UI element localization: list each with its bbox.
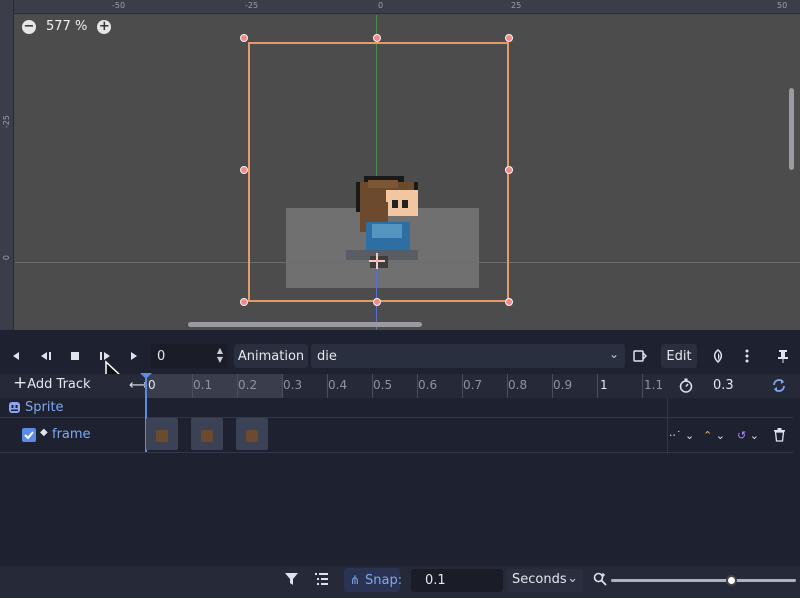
animation-length-value[interactable]: 0.3 (713, 378, 734, 393)
timeline-tick: 0.2 (238, 378, 258, 392)
animation-menu-button[interactable]: Animation (234, 344, 308, 368)
horizontal-scrollbar[interactable] (188, 322, 422, 327)
resize-handle[interactable] (505, 166, 513, 174)
animation-select[interactable]: die ⌄ (311, 344, 625, 368)
timeline-tick: 0 (148, 378, 156, 392)
timeline-tick: 0.7 (463, 378, 483, 392)
filter-icon[interactable] (285, 573, 298, 589)
list-icon[interactable] (315, 573, 328, 589)
track-group-row[interactable] (0, 398, 793, 418)
zoom-level[interactable]: 577 % (46, 19, 87, 34)
track-enable-checkbox[interactable] (22, 428, 36, 442)
track-type-icon: ◆ (40, 427, 48, 438)
keyframe-thumbnail (156, 430, 168, 442)
zoom-slider-knob[interactable] (726, 575, 737, 586)
track-controls-divider (667, 398, 668, 454)
stop-icon[interactable] (62, 343, 88, 369)
timeline-tick: 1 (600, 378, 608, 392)
more-options-icon[interactable] (734, 343, 760, 369)
spin-arrows-icon[interactable]: ▲ ▼ (217, 346, 223, 364)
pivot-icon[interactable] (368, 252, 386, 270)
snap-step-input[interactable]: 0.1 (411, 569, 503, 592)
snap-units-value: Seconds (512, 572, 567, 587)
pin-icon[interactable] (770, 343, 796, 369)
keyframe[interactable] (191, 418, 223, 450)
vertical-scrollbar[interactable] (789, 88, 794, 170)
resize-handle[interactable] (240, 298, 248, 306)
frame-spinbox[interactable]: 0 ▲ ▼ (151, 344, 227, 368)
onion-skin-icon[interactable] (705, 343, 731, 369)
ruler-tick: 25 (511, 1, 522, 10)
trash-icon[interactable] (773, 428, 786, 446)
zoom-controls: − 577 % + (22, 19, 112, 34)
chevron-down-icon: ⌄ (608, 347, 619, 361)
timeline-tick: 1.1 (644, 378, 664, 392)
property-track-label[interactable]: frame (52, 427, 91, 442)
timeline-tick: 0.8 (508, 378, 528, 392)
ruler-horizontal: -50 -25 0 25 50 (0, 0, 800, 14)
resize-handle[interactable] (240, 34, 248, 42)
snap-label: Snap: (365, 573, 403, 588)
snap-icon: ⋔ (350, 573, 361, 587)
timeline-tick: 0.4 (328, 378, 348, 392)
update-mode-icon[interactable]: ·⋅˙ ⌄ (669, 429, 694, 442)
ruler-tick: -25 (2, 115, 11, 129)
node-track-label[interactable]: Sprite (25, 400, 64, 415)
zoom-in-icon[interactable]: + (97, 19, 112, 34)
frame-value: 0 (157, 348, 166, 364)
snap-units-select[interactable]: Seconds ⌄ (507, 569, 583, 592)
ruler-tick: 0 (378, 1, 384, 10)
zoom-icon (593, 572, 607, 590)
animation-selected-value: die (317, 348, 337, 364)
timeline-tick: 0.6 (418, 378, 438, 392)
ruler-tick: 0 (2, 255, 11, 261)
resize-handle[interactable] (240, 166, 248, 174)
loop-icon[interactable] (771, 378, 787, 397)
timeline-tick: 0.5 (373, 378, 393, 392)
resize-handle[interactable] (505, 298, 513, 306)
ruler-tick: -25 (245, 1, 259, 10)
resize-handle[interactable] (505, 34, 513, 42)
timeline-tick: 0.9 (553, 378, 573, 392)
chevron-down-icon: ⌄ (567, 571, 578, 586)
play-backwards-icon[interactable] (3, 343, 29, 369)
plus-icon: + (13, 373, 28, 393)
ruler-vertical: -25 0 (0, 0, 14, 330)
play-backwards-from-end-icon[interactable] (33, 343, 59, 369)
timeline-tick: 0.1 (193, 378, 213, 392)
tick-line (642, 374, 643, 398)
loop-wrap-icon[interactable]: ↺ ⌄ (737, 429, 759, 442)
keyframe-thumbnail (201, 430, 213, 442)
sprite-node-icon (8, 401, 21, 418)
interpolation-icon[interactable]: ⌃ ⌄ (703, 429, 725, 442)
timeline-tick: 0.3 (283, 378, 303, 392)
keyframe[interactable] (146, 418, 178, 450)
autoplay-icon[interactable] (627, 343, 653, 369)
add-track-label: Add Track (27, 377, 91, 392)
zoom-out-icon[interactable]: − (22, 19, 36, 34)
add-track-button[interactable]: +Add Track (13, 375, 91, 393)
resize-handle[interactable] (373, 34, 381, 42)
timeline-zoom-slider[interactable] (611, 579, 796, 582)
tick-line (597, 374, 598, 398)
keyframe-thumbnail (246, 430, 258, 442)
stopwatch-icon (679, 378, 693, 397)
animation-length-range (146, 374, 282, 398)
canvas-viewport[interactable]: -50 -25 0 25 50 -25 0 − 577 % + (0, 0, 800, 330)
edit-button[interactable]: Edit (661, 344, 697, 368)
resize-handle[interactable] (373, 298, 381, 306)
ruler-tick: -50 (112, 1, 126, 10)
keyframe[interactable] (236, 418, 268, 450)
ruler-tick: 50 (777, 1, 788, 10)
